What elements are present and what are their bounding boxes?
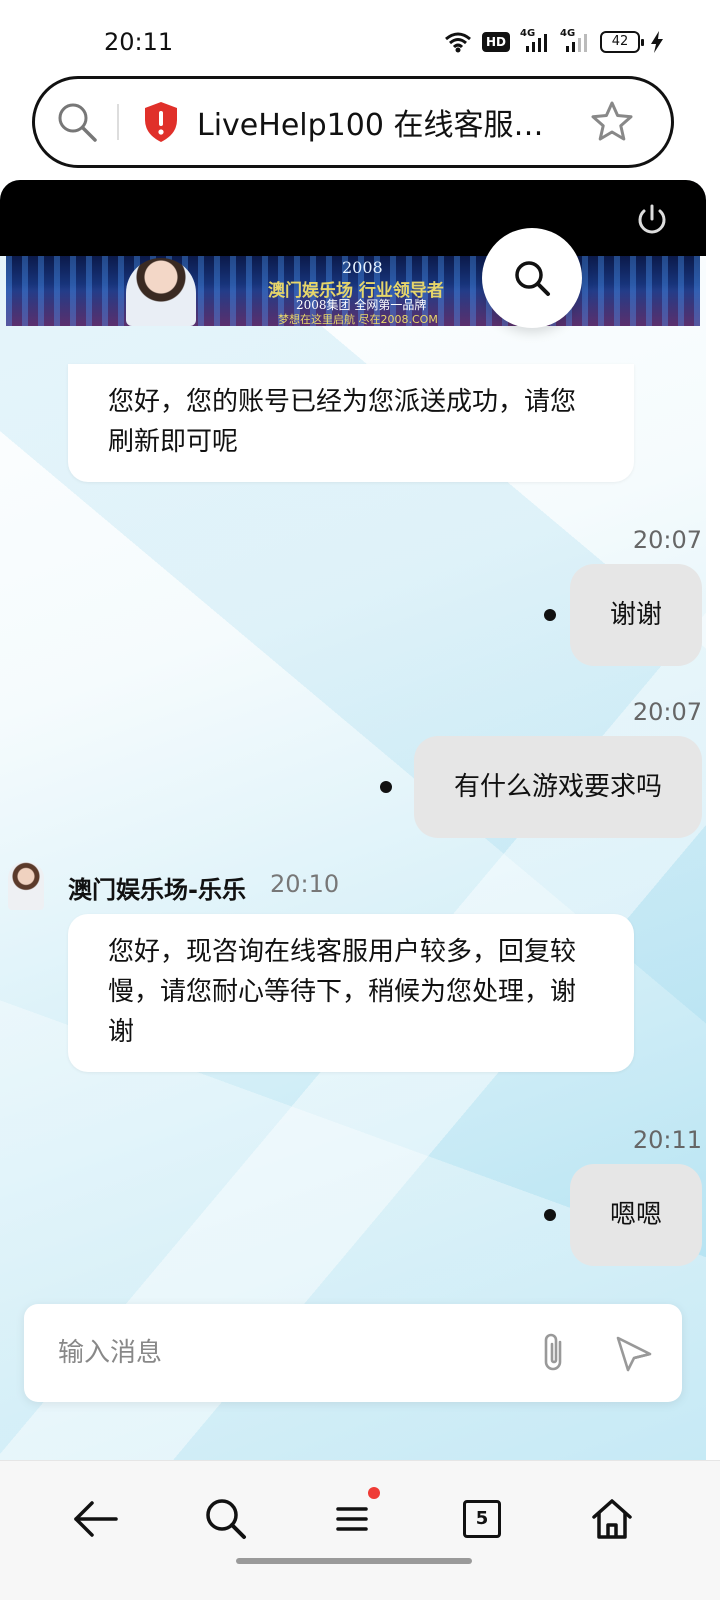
star-icon[interactable]: [589, 99, 635, 145]
search-icon[interactable]: [55, 100, 99, 144]
promo-banner[interactable]: 2008 澳门娱乐场 行业领导者 2008集团 全网第一品牌 梦想在这里启航 尽…: [6, 256, 700, 326]
user-message-text: 谢谢: [609, 600, 662, 630]
message-time: 20:07: [632, 698, 702, 726]
agent-message-time: 20:10: [270, 870, 340, 898]
battery-icon: 42: [600, 31, 644, 53]
agent-message-text: 您好，现咨询在线客服用户较多，回复较慢，请您耐心等待下，稍候为您处理，谢谢: [108, 937, 577, 1047]
banner-tagline: 梦想在这里启航 尽在2008.COM: [278, 313, 438, 326]
message-status-dot: [544, 609, 556, 621]
signal-4g-icon: 4G: [520, 28, 550, 54]
search-icon: [206, 1499, 246, 1539]
address-bar[interactable]: LiveHelp100 在线客服系...: [32, 76, 674, 168]
agent-avatar: [8, 862, 44, 910]
tabs-count: 5: [463, 1500, 501, 1538]
attachment-icon[interactable]: [536, 1330, 572, 1376]
message-input[interactable]: [58, 1338, 518, 1368]
shield-icon[interactable]: [141, 100, 181, 144]
back-icon: [74, 1501, 118, 1537]
signal-4g-icon-2: 4G: [560, 28, 590, 54]
message-status-dot: [544, 1209, 556, 1221]
search-icon: [515, 261, 550, 296]
status-bar: 20:11 HD 4G 4G 42: [0, 0, 720, 84]
user-message-bubble: 嗯嗯: [569, 1164, 702, 1266]
user-message-text: 有什么游戏要求吗: [453, 772, 662, 802]
status-icons: HD 4G 4G 42: [444, 28, 664, 54]
page-title[interactable]: LiveHelp100 在线客服系...: [197, 100, 569, 144]
notification-dot: [368, 1487, 380, 1499]
message-status-dot: [380, 781, 392, 793]
banner-model-image: [126, 258, 196, 326]
user-message-bubble: 有什么游戏要求吗: [413, 736, 702, 838]
chat-window[interactable]: 2008 澳门娱乐场 行业领导者 2008集团 全网第一品牌 梦想在这里启航 尽…: [0, 180, 706, 1462]
message-time: 20:11: [632, 1126, 702, 1154]
address-divider: [117, 104, 119, 140]
home-icon: [592, 1499, 632, 1539]
search-button[interactable]: [200, 1493, 252, 1545]
status-time: 20:11: [104, 28, 174, 56]
message-time: 20:07: [632, 526, 702, 554]
message-composer: [24, 1304, 682, 1402]
agent-message-text: 您好，您的账号已经为您派送成功，请您刷新即可呢: [108, 387, 577, 457]
agent-message-bubble: 您好，现咨询在线客服用户较多，回复较慢，请您耐心等待下，稍候为您处理，谢谢: [68, 914, 634, 1072]
back-button[interactable]: [70, 1493, 122, 1545]
user-message-text: 嗯嗯: [609, 1200, 662, 1230]
agent-name: 澳门娱乐场-乐乐: [68, 876, 246, 904]
menu-button[interactable]: [326, 1487, 380, 1545]
tabs-button[interactable]: 5: [456, 1493, 508, 1545]
power-icon[interactable]: [634, 202, 670, 238]
agent-message-bubble: 您好，您的账号已经为您派送成功，请您刷新即可呢: [68, 364, 634, 482]
wifi-icon: [445, 32, 471, 53]
charging-icon: [651, 31, 663, 53]
browser-bottom-nav: 5: [0, 1460, 720, 1600]
home-button[interactable]: [586, 1493, 638, 1545]
chat-header: [0, 180, 706, 256]
chat-search-button[interactable]: [482, 228, 582, 328]
user-message-bubble: 谢谢: [569, 564, 702, 666]
home-indicator[interactable]: [236, 1558, 472, 1564]
banner-brand: 2008: [342, 258, 383, 277]
menu-icon: [336, 1507, 368, 1531]
hd-badge: HD: [481, 32, 510, 52]
send-icon[interactable]: [614, 1334, 654, 1374]
